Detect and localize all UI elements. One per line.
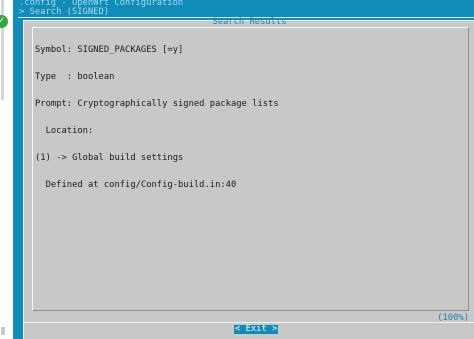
results-content: Symbol: SIGNED_PACKAGES [=y] Type : bool…	[35, 28, 279, 208]
search-results-dialog: Search Results Symbol: SIGNED_PACKAGES […	[23, 17, 474, 339]
location-path-line: (1) -> Global build settings	[35, 153, 184, 163]
dialog-title: Search Results	[212, 17, 287, 27]
defined-at-line: Defined at config/Config-build.in:40	[35, 180, 237, 190]
edge-marker	[1, 327, 5, 335]
location-line: Location:	[35, 126, 94, 136]
type-line: Type : boolean	[35, 72, 115, 82]
left-window-edge: ✓	[0, 0, 13, 339]
prompt-line: Prompt: Cryptographically signed package…	[35, 99, 279, 109]
button-row: < Exit >	[24, 322, 474, 335]
symbol-line: Symbol: SIGNED_PACKAGES [=y]	[35, 45, 184, 55]
exit-button[interactable]: < Exit >	[234, 325, 279, 334]
terminal-window: .config - OpenWrt Configuration > Search…	[13, 0, 474, 339]
search-breadcrumb: > Search (SIGNED)	[19, 7, 110, 17]
results-text-box[interactable]: Symbol: SIGNED_PACKAGES [=y] Type : bool…	[32, 27, 469, 311]
check-icon: ✓	[0, 15, 8, 28]
